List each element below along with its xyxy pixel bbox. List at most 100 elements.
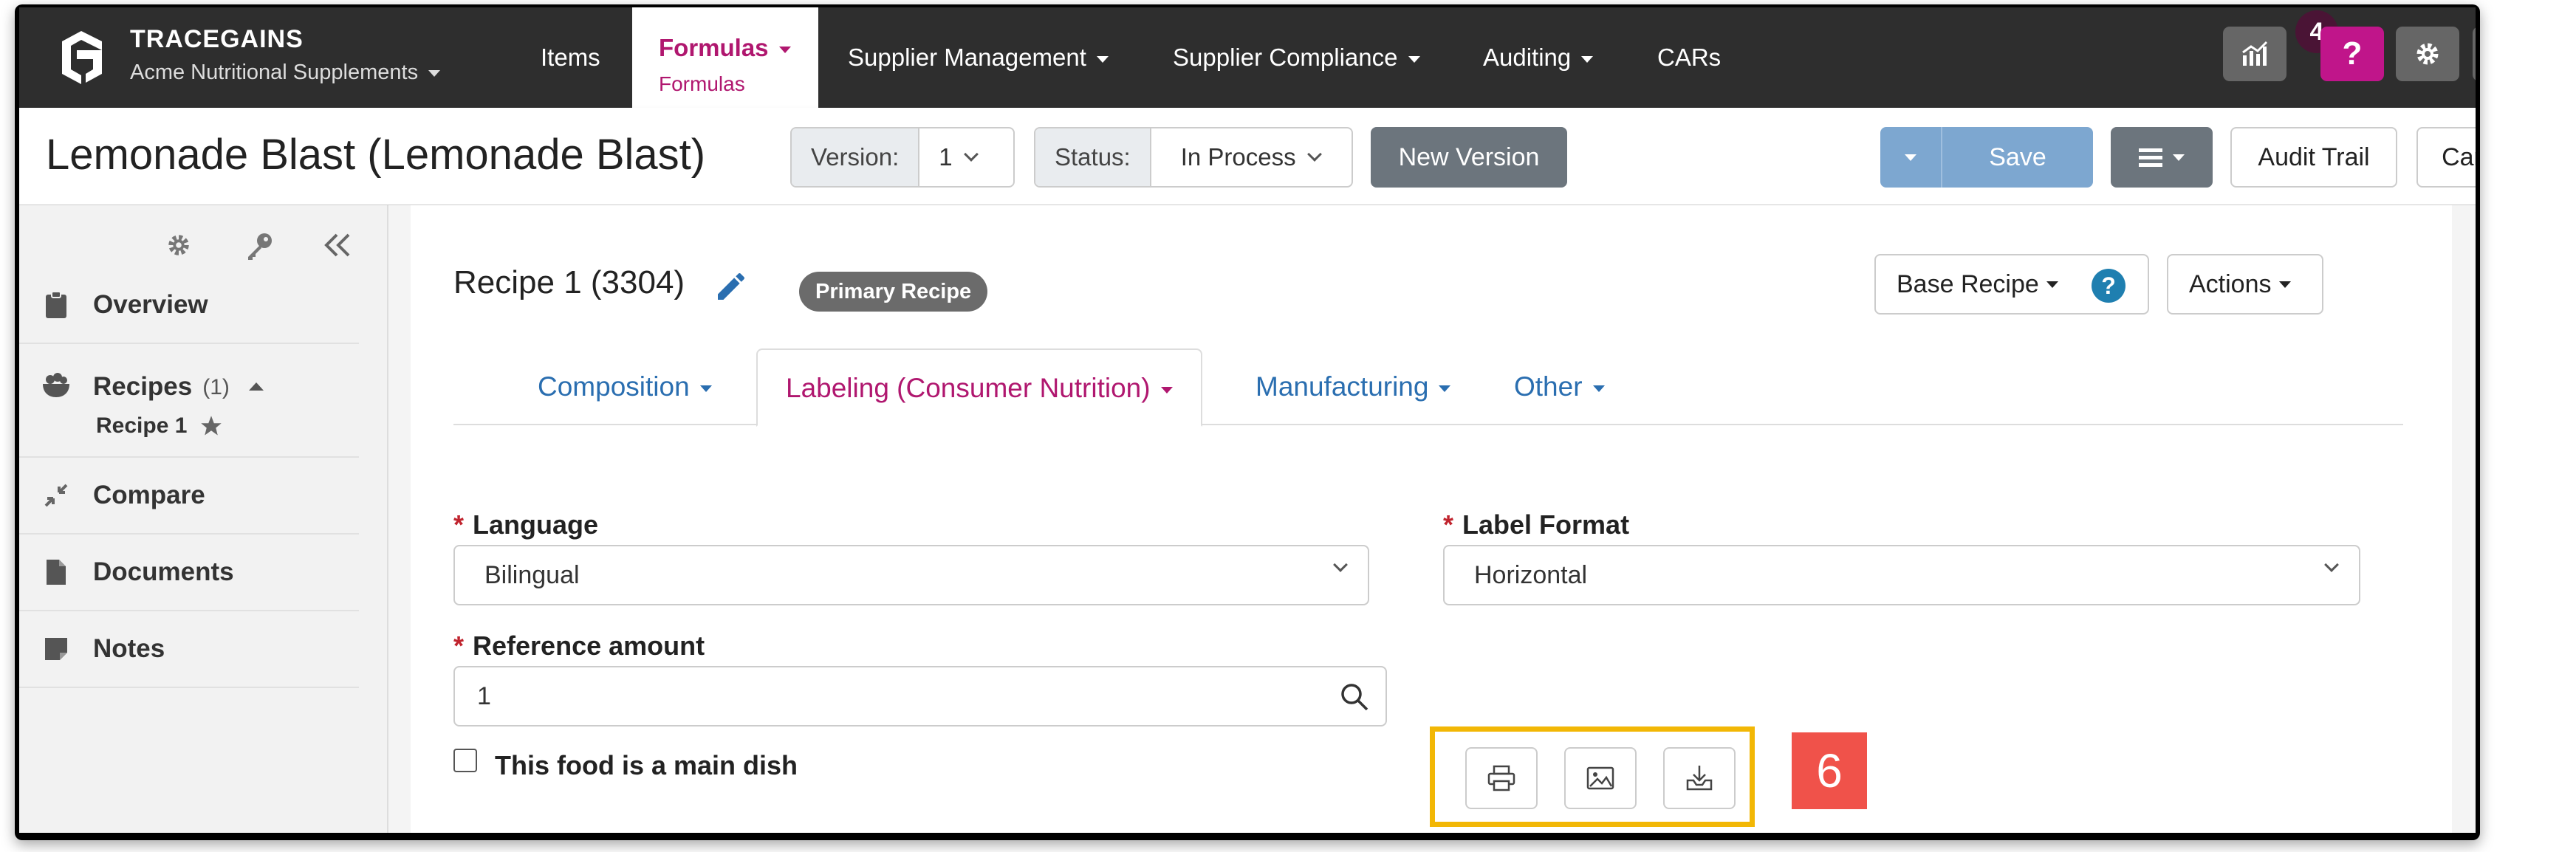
language-label-text: Language (473, 509, 599, 540)
nav-cars[interactable]: CARs (1657, 7, 1721, 108)
print-icon (1487, 765, 1515, 791)
base-recipe-help-icon[interactable]: ? (2092, 269, 2125, 303)
tab-label: Manufacturing (1256, 371, 1429, 402)
sidebar-subitem-label: Recipe 1 (96, 413, 188, 438)
clipboard-icon (46, 292, 66, 318)
organization-name: Acme Nutritional Supplements (130, 61, 419, 84)
status-label: Status: (1035, 128, 1151, 186)
bowl-icon (43, 373, 69, 397)
sidebar-item-label: Overview (93, 290, 208, 319)
new-version-button[interactable]: New Version (1371, 127, 1567, 188)
gear-icon (2416, 43, 2439, 65)
image-icon (1586, 766, 1614, 790)
chevron-down-icon (2278, 281, 2291, 288)
label-format-value: Horizontal (1474, 560, 1588, 589)
base-recipe-label: Base Recipe (1897, 269, 2039, 298)
tab-other[interactable]: Other (1514, 348, 1605, 425)
sidebar-item-overview[interactable]: Overview (19, 267, 359, 344)
tab-labeling-consumer-nutrition[interactable]: Labeling (Consumer Nutrition) (756, 348, 1202, 427)
search-icon[interactable] (1340, 682, 1369, 712)
step-number-marker: 6 (1792, 732, 1867, 809)
chevron-up-icon[interactable] (248, 382, 264, 391)
sidebar-item-label: Recipes (93, 372, 193, 401)
more-menu-button[interactable] (2111, 127, 2213, 188)
version-select[interactable]: Version: 1 (790, 127, 1015, 188)
sidebar-subitem-recipe-1[interactable]: Recipe 1 (96, 413, 222, 439)
sidebar-item-documents[interactable]: Documents (19, 535, 359, 611)
sidebar-item-notes[interactable]: Notes (19, 611, 359, 688)
nav-items[interactable]: Items (541, 7, 600, 108)
primary-recipe-badge: Primary Recipe (799, 272, 988, 312)
tab-label: Other (1514, 371, 1583, 402)
nav-auditing[interactable]: Auditing (1483, 7, 1594, 108)
key-icon[interactable] (245, 232, 273, 260)
nav-formulas[interactable]: Formulas Formulas (632, 7, 818, 108)
save-button-group: Save (1880, 127, 2093, 188)
tracegains-logo-icon[interactable] (56, 28, 108, 84)
download-button[interactable] (1663, 747, 1736, 809)
record-header: Lemonade Blast (Lemonade Blast) Version:… (19, 108, 2476, 205)
document-icon (47, 560, 66, 585)
main-content: Recipe 1 (3304) Primary Recipe Base Reci… (388, 205, 2476, 833)
tab-manufacturing[interactable]: Manufacturing (1256, 348, 1451, 425)
pencil-icon[interactable] (713, 269, 749, 304)
save-button[interactable]: Save (1942, 143, 2093, 172)
label-format-label-text: Label Format (1462, 509, 1630, 540)
settings-button[interactable] (2396, 27, 2459, 81)
image-button[interactable] (1564, 747, 1637, 809)
chevron-down-icon (1096, 55, 1109, 63)
star-icon (201, 416, 222, 436)
print-button[interactable] (1465, 747, 1538, 809)
compress-icon (44, 484, 68, 507)
sidebar-item-recipes[interactable]: Recipes (1) Recipe 1 (19, 344, 359, 458)
help-button[interactable]: ? (2320, 27, 2384, 81)
status-value: In Process (1180, 143, 1296, 171)
chevron-down-icon (2046, 281, 2058, 288)
recipe-tabs: Composition Labeling (Consumer Nutrition… (453, 348, 2403, 427)
gear-icon[interactable] (165, 232, 192, 258)
actions-button[interactable]: Actions (2167, 254, 2323, 315)
chevron-down-icon (778, 46, 791, 53)
label-format-label: * Label Format (1443, 509, 1629, 540)
chevron-down-icon (1306, 147, 1322, 162)
chevron-down-icon (2324, 557, 2339, 572)
tab-label: Labeling (Consumer Nutrition) (786, 373, 1151, 403)
nav-formulas-sublabel: Formulas (659, 72, 745, 95)
collapse-sidebar-icon[interactable] (323, 233, 352, 257)
cancel-button[interactable]: Cancel (2416, 127, 2476, 188)
status-select[interactable]: Status: In Process (1034, 127, 1353, 188)
brand-name: TRACEGAINS (130, 25, 304, 53)
user-menu-button[interactable] (2473, 27, 2476, 81)
chevron-down-icon (1581, 55, 1594, 63)
main-dish-label: This food is a main dish (495, 750, 798, 780)
chevron-down-icon (699, 385, 712, 392)
analytics-button[interactable] (2223, 27, 2286, 81)
main-dish-checkbox[interactable] (453, 749, 477, 772)
organization-switcher[interactable]: Acme Nutritional Supplements (130, 61, 441, 85)
sticky-note-icon (45, 638, 67, 660)
base-recipe-button[interactable]: Base Recipe ? (1874, 254, 2149, 315)
sidebar-item-label: Notes (93, 634, 165, 663)
nav-supplier-management[interactable]: Supplier Management (848, 7, 1109, 108)
tab-label: Composition (538, 371, 690, 402)
sidebar-item-compare[interactable]: Compare (19, 458, 359, 535)
required-marker: * (453, 509, 465, 540)
chevron-down-icon (1160, 386, 1173, 394)
nav-supplier-compliance[interactable]: Supplier Compliance (1173, 7, 1420, 108)
nav-formulas-label: Formulas (659, 34, 769, 61)
window-frame: TRACEGAINS Acme Nutritional Supplements … (15, 4, 2480, 840)
chevron-down-icon (963, 147, 979, 162)
nav-supplier-management-label: Supplier Management (848, 44, 1086, 71)
required-marker: * (453, 631, 465, 661)
tab-composition[interactable]: Composition (538, 348, 712, 425)
sidebar-item-label: Compare (93, 481, 205, 509)
save-options-toggle[interactable] (1880, 127, 1942, 188)
download-icon (1686, 766, 1713, 791)
language-select[interactable]: Bilingual (453, 545, 1369, 605)
reference-amount-input[interactable]: 1 (453, 666, 1387, 726)
chevron-down-icon (1333, 557, 1348, 572)
label-format-select[interactable]: Horizontal (1443, 545, 2360, 605)
audit-trail-button[interactable]: Audit Trail (2230, 127, 2397, 188)
actions-label: Actions (2189, 269, 2272, 298)
language-label: * Language (453, 509, 598, 540)
